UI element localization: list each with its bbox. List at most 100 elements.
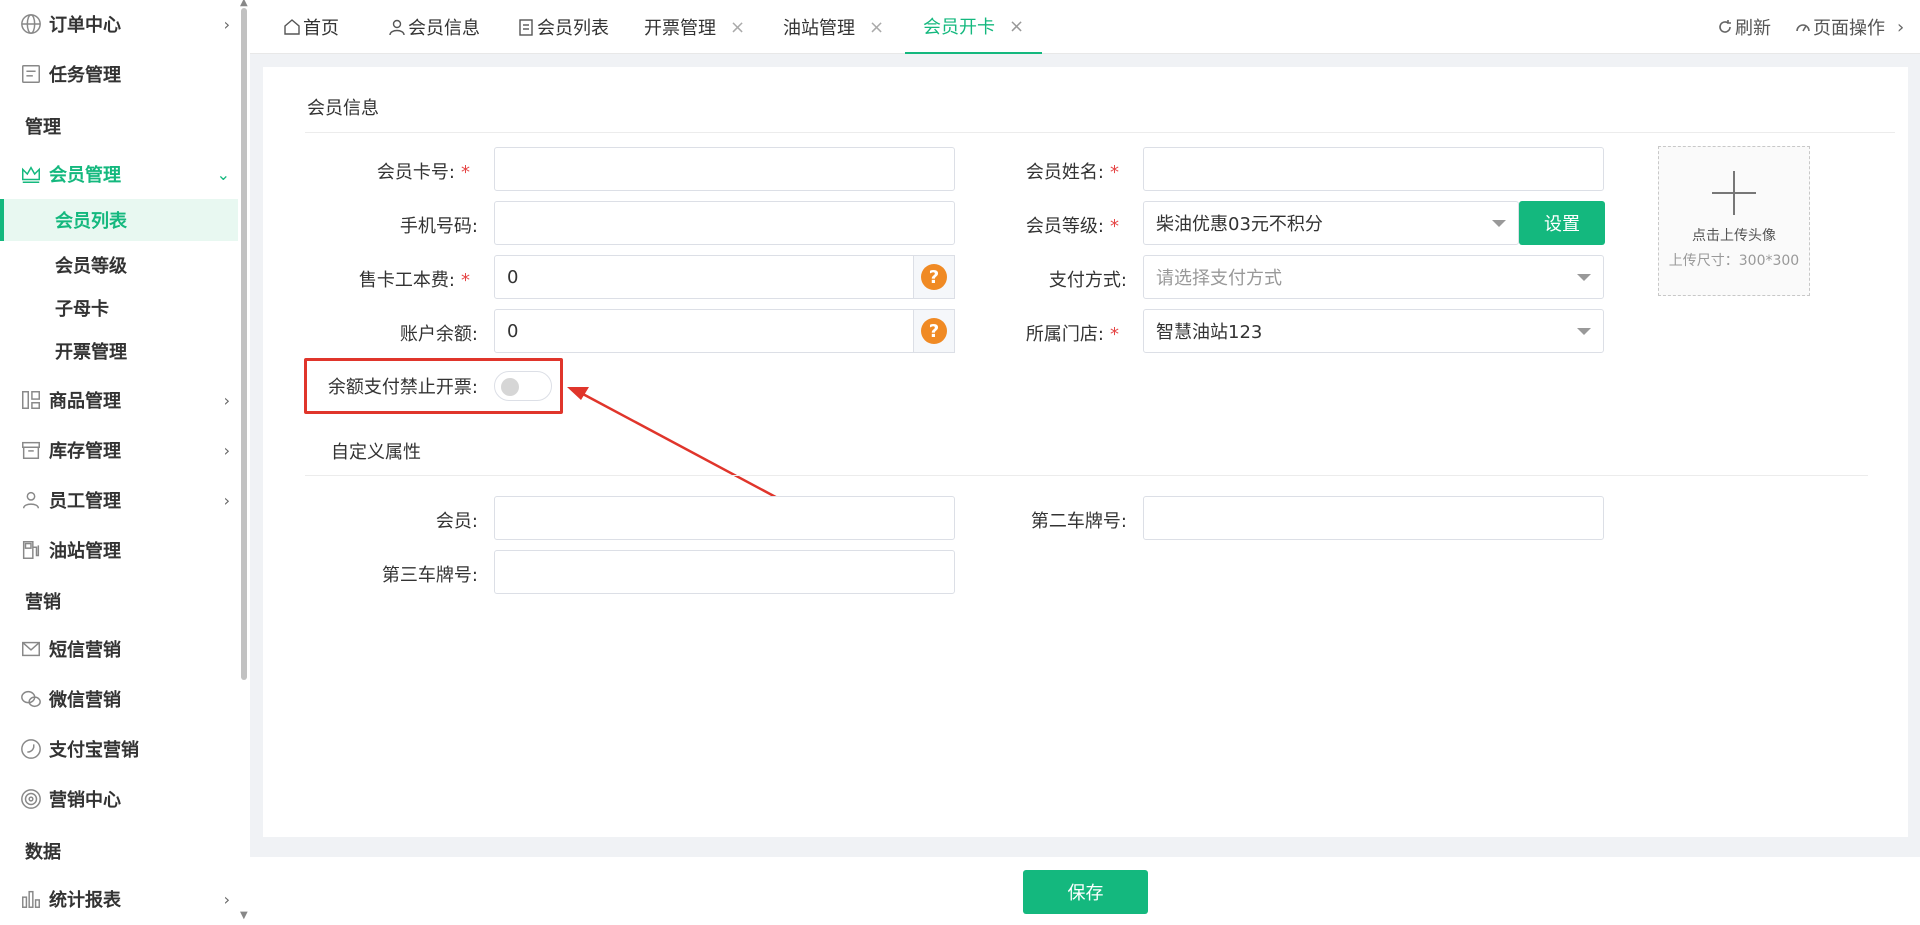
upload-size-hint: 上传尺寸：300*300 [1668, 253, 1800, 269]
sidebar-section-manage: 管理 [25, 117, 61, 138]
sidebar-scrollbar[interactable] [241, 8, 247, 680]
wechat-icon [19, 687, 43, 711]
sidebar-item-stats[interactable]: 统计报表 › [0, 879, 238, 919]
section-title-custom: 自定义属性 [331, 442, 421, 463]
tab-open-card[interactable]: 会员开卡 × [905, 0, 1043, 54]
user-icon [19, 488, 43, 512]
sidebar-item-label: 支付宝营销 [49, 740, 139, 761]
save-button[interactable]: 保存 [1023, 870, 1148, 914]
no-invoice-switch[interactable] [494, 371, 552, 401]
refresh-button[interactable]: 刷新 [1717, 0, 1771, 54]
sidebar-item-alipay[interactable]: 支付宝营销 [0, 729, 238, 769]
tab-label: 会员信息 [408, 18, 480, 39]
store-select[interactable]: 智慧油站123 [1143, 309, 1604, 353]
close-icon[interactable]: × [1009, 16, 1024, 37]
sidebar-item-wechat[interactable]: 微信营销 [0, 679, 238, 719]
label-custom-member: 会员: [435, 511, 478, 532]
stock-icon [19, 438, 43, 462]
sidebar-item-label: 微信营销 [49, 690, 121, 711]
sidebar-item-label: 油站管理 [49, 541, 121, 562]
pay-select[interactable]: 请选择支付方式 [1143, 255, 1604, 299]
level-set-button[interactable]: 设置 [1519, 201, 1605, 245]
sidebar-item-station[interactable]: 油站管理 [0, 530, 238, 570]
plus-icon [1712, 171, 1756, 215]
form-card: 会员信息 会员卡号: * 会员姓名: * 手机号码: 会员等级: * 柴油优惠03元不… [263, 67, 1908, 837]
level-value: 柴油优惠03元不积分 [1156, 214, 1323, 235]
chevron-right-icon: › [223, 440, 230, 460]
label-no-invoice: 余额支付禁止开票: [327, 377, 478, 398]
refresh-label: 刷新 [1735, 18, 1771, 39]
chevron-right-icon: › [223, 889, 230, 909]
balance-value: 0 [507, 320, 519, 342]
label-pay: 支付方式: [1048, 270, 1127, 291]
sidebar-section-data: 数据 [25, 842, 61, 863]
scroll-down-arrow[interactable]: ▼ [240, 910, 248, 921]
sidebar-item-label: 订单中心 [49, 15, 121, 36]
tab-home[interactable]: 首页 [283, 0, 339, 54]
sidebar-item-task[interactable]: 任务管理 [0, 54, 238, 94]
tab-station[interactable]: 油站管理 × [783, 0, 884, 54]
crown-icon [19, 162, 43, 186]
tab-label: 会员开卡 [923, 17, 995, 38]
sidebar-item-member-mgmt[interactable]: 会员管理 ⌄ [0, 154, 238, 194]
sidebar-item-stock[interactable]: 库存管理 › [0, 430, 238, 470]
section-title-member-info: 会员信息 [307, 98, 379, 119]
chart-icon [19, 887, 43, 911]
task-icon [19, 62, 43, 86]
close-icon[interactable]: × [869, 17, 884, 38]
label-card-no: 会员卡号: * [376, 162, 470, 183]
tab-label: 首页 [303, 18, 339, 39]
second-plate-input[interactable] [1143, 496, 1604, 540]
label-store: 所属门店: * [1025, 324, 1119, 345]
sidebar-subitem-sub-card[interactable]: 子母卡 [0, 287, 238, 329]
sidebar-item-label: 营销中心 [49, 790, 121, 811]
tab-label: 开票管理 [644, 18, 716, 39]
sidebar-item-label: 员工管理 [49, 491, 121, 512]
balance-input[interactable]: 0 ? [494, 309, 955, 353]
sidebar-item-staff[interactable]: 员工管理 › [0, 480, 238, 520]
chevron-down-icon: ⌄ [216, 164, 230, 184]
caret-down-icon [1492, 220, 1506, 227]
fuel-station-icon [19, 538, 43, 562]
phone-input[interactable] [494, 201, 955, 245]
pay-placeholder: 请选择支付方式 [1156, 268, 1282, 289]
sidebar-item-label: 统计报表 [49, 890, 121, 911]
user-icon [388, 18, 406, 36]
sidebar-item-sms[interactable]: 短信营销 [0, 629, 238, 669]
label-fee: 售卡工本费: * [358, 270, 470, 291]
fee-input[interactable]: 0 ? [494, 255, 955, 299]
tab-member-info[interactable]: 会员信息 [388, 0, 480, 54]
tabs-bar: 首页 会员信息 会员列表 开票管理 × 油站管理 × 会员开卡 × 刷新 页面操… [250, 0, 1920, 54]
annotation-arrow [567, 387, 786, 504]
avatar-upload[interactable]: 点击上传头像 上传尺寸：300*300 [1658, 146, 1810, 296]
tab-label: 会员列表 [537, 18, 609, 39]
sidebar-subitem-member-list[interactable]: 会员列表 [0, 199, 238, 241]
chevron-right-icon: › [223, 390, 230, 410]
mail-icon [19, 637, 43, 661]
sidebar-item-goods[interactable]: 商品管理 › [0, 380, 238, 420]
sidebar-item-label: 任务管理 [49, 65, 121, 86]
sidebar-item-order-center[interactable]: 订单中心 › [0, 4, 238, 44]
clipboard-icon [517, 18, 535, 36]
tab-invoice[interactable]: 开票管理 × [644, 0, 745, 54]
card-no-input[interactable] [494, 147, 955, 191]
page-ops-button[interactable]: 页面操作 › [1795, 0, 1904, 54]
label-member-name: 会员姓名: * [1025, 162, 1119, 183]
label-level: 会员等级: * [1025, 216, 1119, 237]
sidebar-item-marketing-center[interactable]: 营销中心 [0, 779, 238, 819]
tab-member-list[interactable]: 会员列表 [517, 0, 609, 54]
target-icon [19, 787, 43, 811]
custom-member-input[interactable] [494, 496, 955, 540]
sidebar-subitem-invoice[interactable]: 开票管理 [0, 330, 238, 372]
sidebar-subitem-member-level[interactable]: 会员等级 [0, 244, 238, 286]
sidebar-item-label: 库存管理 [49, 441, 121, 462]
upload-label: 点击上传头像 [1692, 228, 1776, 244]
scroll-up-arrow[interactable]: ▲ [240, 0, 248, 8]
close-icon[interactable]: × [730, 17, 745, 38]
level-select[interactable]: 柴油优惠03元不积分 [1143, 201, 1519, 245]
caret-down-icon [1577, 274, 1591, 281]
fee-value: 0 [507, 266, 519, 288]
third-plate-input[interactable] [494, 550, 955, 594]
member-name-input[interactable] [1143, 147, 1604, 191]
gauge-icon [1796, 24, 1810, 32]
